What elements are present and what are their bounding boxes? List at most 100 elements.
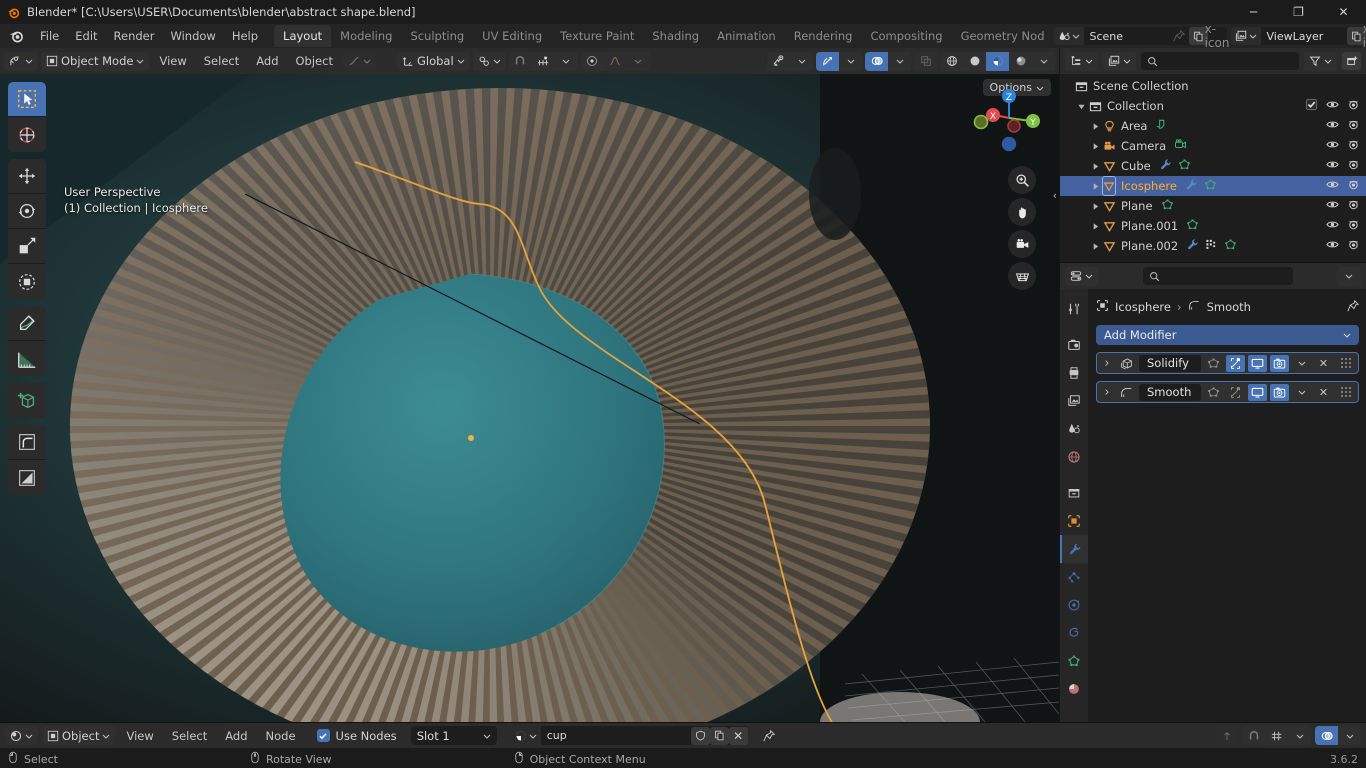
shader-type-selector[interactable]: Object	[42, 726, 116, 745]
breadcrumb-object-name[interactable]: Icosphere	[1115, 300, 1171, 314]
viewport-menu-object[interactable]: Object	[289, 54, 340, 68]
mesh-data-icon[interactable]	[1204, 178, 1217, 194]
scene-name[interactable]: Scene	[1084, 30, 1170, 43]
modifier-name-field[interactable]: Smooth	[1139, 383, 1201, 401]
modifier-wrench-icon[interactable]	[1185, 178, 1198, 194]
zoom-icon[interactable]	[1008, 166, 1036, 194]
node-overlays-icon[interactable]	[1315, 726, 1338, 745]
tool-tab[interactable]	[1060, 295, 1088, 323]
modifier-expand-toggle[interactable]: ›	[1100, 385, 1114, 400]
on-cage-toggle[interactable]	[1204, 384, 1223, 401]
snap-node-icon[interactable]	[1265, 726, 1288, 745]
material-name-field[interactable]: cup	[541, 729, 691, 742]
annotate-tool[interactable]	[8, 306, 46, 341]
navigation-gizmo[interactable]: X Y Z	[973, 82, 1045, 154]
disable-in-renders-icon[interactable]	[1347, 158, 1360, 174]
minimize-button[interactable]: ─	[1231, 0, 1276, 24]
drag-grip-icon[interactable]	[1336, 384, 1355, 401]
workspace-tab-uv-editing[interactable]: UV Editing	[473, 25, 551, 47]
move-tool[interactable]	[8, 159, 46, 194]
filter-funnel-icon[interactable]	[1304, 51, 1337, 71]
outliner-search-input[interactable]	[1141, 52, 1299, 70]
viewlayer-name[interactable]: ViewLayer	[1261, 30, 1347, 43]
falloff-preview-button[interactable]	[342, 51, 376, 71]
outliner-display-mode-icon[interactable]	[1065, 51, 1098, 71]
hide-in-viewport-icon[interactable]	[1326, 158, 1339, 174]
viewport-render[interactable]	[0, 74, 1059, 722]
modifier-panel-smooth[interactable]: › Smooth ✕	[1096, 381, 1359, 403]
rendered-icon[interactable]	[1009, 51, 1032, 71]
mesh-data-icon[interactable]	[1178, 158, 1191, 174]
modifier-expand-toggle[interactable]: ›	[1100, 356, 1114, 371]
workspace-tab-geometry-nodes[interactable]: Geometry Nod	[952, 25, 1054, 47]
hide-in-viewport-icon[interactable]	[1326, 118, 1339, 134]
workspace-tab-animation[interactable]: Animation	[708, 25, 785, 47]
disable-in-renders-icon[interactable]	[1347, 218, 1360, 234]
disclosure-triangle[interactable]	[1088, 116, 1102, 136]
rotate-tool[interactable]	[8, 194, 46, 229]
unlink-material-icon[interactable]: ✕	[728, 726, 748, 745]
filter-id-icon[interactable]	[1103, 51, 1136, 71]
outliner-row-plane-002[interactable]: Plane.002	[1060, 236, 1366, 256]
particles-icon[interactable]	[1205, 238, 1218, 254]
use-nodes-checkbox[interactable]: Use Nodes	[316, 729, 397, 743]
mesh-data-icon[interactable]	[1161, 198, 1174, 214]
on-cage-toggle[interactable]	[1204, 355, 1223, 372]
workspace-tab-shading[interactable]: Shading	[643, 25, 708, 47]
modifier-panel-solidify[interactable]: › Solidify ✕	[1096, 352, 1359, 374]
modifier-wrench-icon[interactable]	[1186, 238, 1199, 254]
editor-type-3dview-icon[interactable]	[4, 51, 38, 71]
shader-menu-view[interactable]: View	[119, 729, 160, 743]
disclosure-triangle[interactable]	[1088, 156, 1102, 176]
outliner-row-plane[interactable]: Plane	[1060, 196, 1366, 216]
modifier-wrench-icon[interactable]	[1159, 158, 1172, 174]
collection-checkbox[interactable]	[1305, 98, 1318, 114]
workspace-tab-modeling[interactable]: Modeling	[331, 25, 401, 47]
workspace-tab-layout[interactable]: Layout	[274, 25, 332, 47]
realtime-toggle[interactable]	[1248, 383, 1267, 401]
modifier-remove-button[interactable]: ✕	[1314, 355, 1333, 372]
wireframe-icon[interactable]	[940, 51, 963, 71]
output-tab[interactable]	[1060, 359, 1088, 387]
shader-menu-add[interactable]: Add	[218, 729, 254, 743]
object-visibility-dropdown[interactable]	[790, 51, 813, 71]
properties-search-input[interactable]	[1142, 267, 1293, 285]
workspace-tab-rendering[interactable]: Rendering	[785, 25, 862, 47]
material-icon[interactable]	[510, 726, 541, 745]
3d-viewport[interactable]: User Perspective (1) Collection | Icosph…	[0, 74, 1059, 722]
render-tab[interactable]	[1060, 331, 1088, 359]
workspace-tab-compositing[interactable]: Compositing	[861, 25, 951, 47]
material-selector[interactable]: cup ✕	[510, 726, 748, 745]
overlays-dropdown[interactable]	[888, 51, 911, 71]
hide-in-viewport-icon[interactable]	[1326, 98, 1339, 114]
menu-help[interactable]: Help	[224, 26, 266, 46]
properties-options-dropdown[interactable]	[1337, 266, 1361, 286]
outliner-row-camera[interactable]: Camera	[1060, 136, 1366, 156]
snap-increment-icon[interactable]	[531, 51, 555, 71]
viewlayer-selector[interactable]: ViewLayer x-icon	[1230, 22, 1366, 50]
constraints-tab[interactable]	[1060, 619, 1088, 647]
shader-menu-select[interactable]: Select	[165, 729, 214, 743]
gizmo-dropdown[interactable]	[839, 51, 862, 71]
new-collection-icon[interactable]	[1342, 52, 1361, 70]
pin-icon[interactable]	[1170, 27, 1189, 45]
disclosure-triangle[interactable]	[1088, 236, 1102, 256]
object-types-visibility-icon[interactable]	[767, 51, 790, 71]
scene-selector[interactable]: Scene x-icon	[1053, 22, 1229, 50]
viewlayer-icon[interactable]	[1230, 27, 1261, 45]
pin-icon[interactable]	[1347, 299, 1360, 315]
collection-tab[interactable]	[1060, 479, 1088, 507]
shading-dropdown[interactable]	[1032, 51, 1055, 71]
drag-grip-icon[interactable]	[1336, 355, 1355, 372]
add-cube-tool[interactable]	[8, 383, 46, 418]
go-to-parent-icon[interactable]	[1215, 726, 1238, 745]
close-button[interactable]: ✕	[1321, 0, 1366, 24]
render-toggle[interactable]	[1270, 354, 1289, 372]
camera-view-icon[interactable]	[1008, 230, 1036, 258]
disable-in-renders-icon[interactable]	[1347, 238, 1360, 254]
tweak-select-box-tool[interactable]	[8, 82, 46, 117]
pin-icon[interactable]	[760, 727, 779, 745]
workspace-tab-sculpting[interactable]: Sculpting	[401, 25, 473, 47]
add-modifier-button[interactable]: Add Modifier	[1096, 325, 1359, 345]
scene-tab[interactable]	[1060, 415, 1088, 443]
